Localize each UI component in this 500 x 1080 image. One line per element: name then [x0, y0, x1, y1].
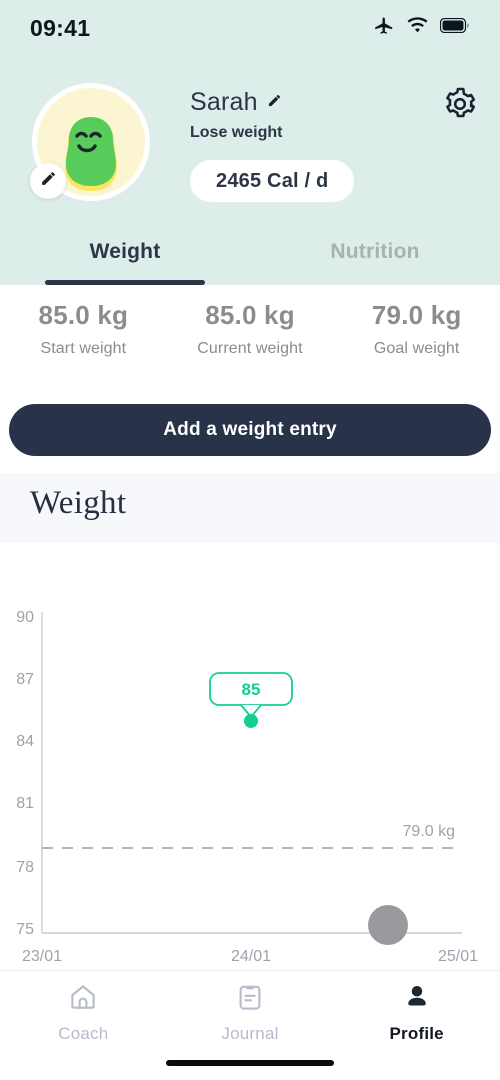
tab-active-indicator [45, 280, 205, 285]
chart-tooltip: 85 [209, 672, 293, 718]
stat-value: 79.0 kg [371, 300, 462, 330]
svg-text:75: 75 [16, 921, 34, 938]
svg-text:81: 81 [16, 795, 34, 812]
bottom-navigation: Coach Journal Profile [0, 970, 500, 1080]
avatar[interactable] [30, 83, 150, 201]
stat-label: Current weight [197, 340, 303, 357]
profile-header: 09:41 Sarah Lose weight 2465 Cal / d Wei… [0, 0, 500, 285]
home-icon [68, 982, 98, 1017]
home-indicator [166, 1060, 334, 1066]
add-weight-entry-button[interactable]: Add a weight entry [9, 404, 491, 456]
settings-button[interactable] [442, 86, 478, 122]
svg-text:24/01: 24/01 [231, 948, 271, 965]
profile-name-row[interactable]: Sarah [190, 88, 282, 117]
y-axis-ticks: 90 87 84 81 78 75 [16, 609, 34, 938]
svg-text:25/01: 25/01 [438, 948, 478, 965]
svg-text:84: 84 [16, 733, 34, 750]
avatar-edit-button[interactable] [30, 163, 66, 199]
status-bar-time: 09:41 [30, 14, 91, 41]
stat-label: Start weight [40, 340, 127, 357]
status-bar: 09:41 [0, 0, 500, 56]
profile-name: Sarah [190, 88, 258, 116]
calorie-target-pill[interactable]: 2465 Cal / d [190, 160, 355, 202]
add-weight-entry-label: Add a weight entry [163, 419, 337, 440]
stat-label: Goal weight [373, 340, 460, 357]
battery-icon [439, 17, 470, 38]
chart-data-point [244, 714, 258, 728]
nav-item-label: Coach [58, 1024, 109, 1043]
stat-value: 85.0 kg [205, 300, 295, 330]
chart-tooltip-value: 85 [242, 680, 261, 699]
nav-item-profile[interactable]: Profile [333, 971, 500, 1049]
nav-item-journal[interactable]: Journal [167, 971, 334, 1049]
tab-weight-label: Weight [89, 240, 161, 263]
clipboard-icon [235, 982, 265, 1017]
wifi-icon [406, 16, 429, 40]
weight-section-band: Weight [0, 473, 500, 543]
weight-stats-row: 85.0 kg Start weight 85.0 kg Current wei… [0, 300, 500, 380]
app-screen: 09:41 Sarah Lose weight 2465 Cal / d Wei… [0, 0, 500, 1080]
goal-line-label: 79.0 kg [403, 823, 455, 840]
svg-text:90: 90 [16, 609, 34, 626]
gear-icon [442, 87, 478, 126]
calorie-target-value: 2465 Cal / d [216, 169, 329, 192]
x-axis-ticks: 23/01 24/01 25/01 [22, 948, 478, 965]
person-icon [402, 982, 432, 1017]
profile-goal: Lose weight [190, 124, 283, 141]
nav-item-label: Profile [389, 1024, 444, 1043]
nav-item-label: Journal [221, 1024, 279, 1043]
status-bar-icons [373, 15, 470, 42]
svg-text:23/01: 23/01 [22, 948, 62, 965]
chart-marker-gray [368, 905, 408, 945]
tab-nutrition-label: Nutrition [330, 240, 420, 263]
stat-start-weight: 85.0 kg Start weight [0, 300, 167, 380]
stat-goal-weight: 79.0 kg Goal weight [333, 300, 500, 380]
page-title: Weight [30, 485, 127, 521]
nav-item-coach[interactable]: Coach [0, 971, 167, 1049]
tab-nutrition[interactable]: Nutrition [250, 240, 500, 285]
stat-value: 85.0 kg [38, 300, 129, 330]
pencil-icon[interactable] [267, 93, 282, 113]
section-tabs: Weight Nutrition [0, 240, 500, 285]
pencil-icon [40, 170, 57, 192]
stat-current-weight: 85.0 kg Current weight [167, 300, 334, 380]
svg-text:87: 87 [16, 671, 34, 688]
airplane-icon [373, 15, 395, 42]
svg-text:78: 78 [16, 859, 34, 876]
weight-chart[interactable]: 90 87 84 81 78 75 79.0 kg 85 23/01 24/01… [0, 543, 500, 978]
tab-weight[interactable]: Weight [0, 240, 250, 285]
